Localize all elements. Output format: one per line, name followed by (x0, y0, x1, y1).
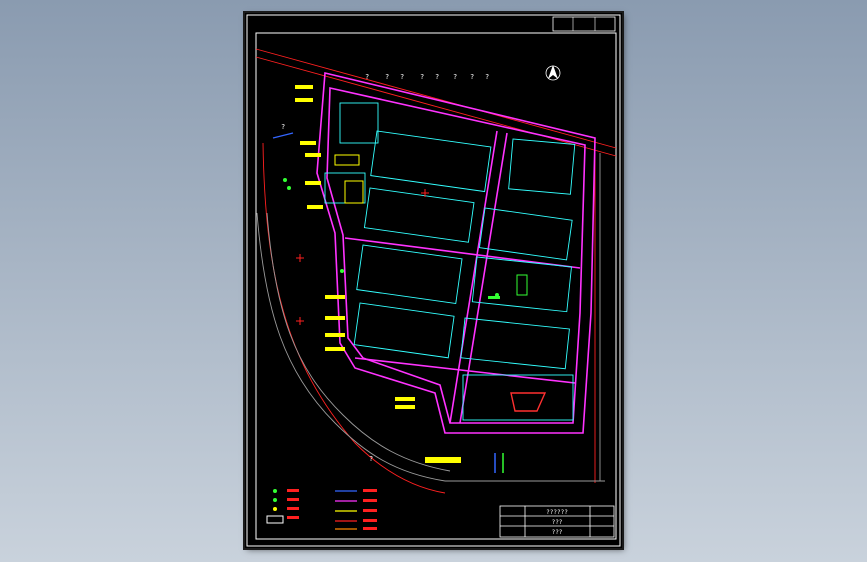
mark-10: ? (369, 455, 373, 463)
inner-frame (255, 32, 617, 540)
legend (266, 489, 377, 530)
cross-markers (296, 189, 429, 325)
mark-6: ? (453, 73, 457, 81)
title-block-sheet-no: ??? (552, 529, 563, 536)
title-block-sub-title: ??? (552, 519, 563, 526)
mark-2: ? (385, 73, 389, 81)
mark-1: ? (365, 73, 369, 81)
unreadable-marks: ? ? ? ? ? ? ? ? ? ? (281, 73, 489, 463)
site-plan-canvas: ? ? ? ? ? ? ? ? ? ? ?????? ??? ??? (246, 14, 621, 547)
mark-4: ? (420, 73, 424, 81)
building-blocks (324, 102, 576, 421)
top-stamp-box (552, 16, 616, 32)
outer-frame (246, 14, 621, 547)
site-roads (316, 72, 596, 434)
north-arrow-icon (545, 65, 561, 81)
mark-5: ? (435, 73, 439, 81)
special-building (510, 392, 547, 412)
title-block-main-title: ?????? (546, 509, 568, 516)
outer-road (256, 153, 605, 482)
property-boundary (255, 48, 617, 494)
mark-9: ? (281, 123, 285, 131)
mark-8: ? (485, 73, 489, 81)
mark-3: ? (400, 73, 404, 81)
mark-7: ? (470, 73, 474, 81)
drawing-sheet: ? ? ? ? ? ? ? ? ? ? ?????? ??? ??? (245, 13, 622, 548)
